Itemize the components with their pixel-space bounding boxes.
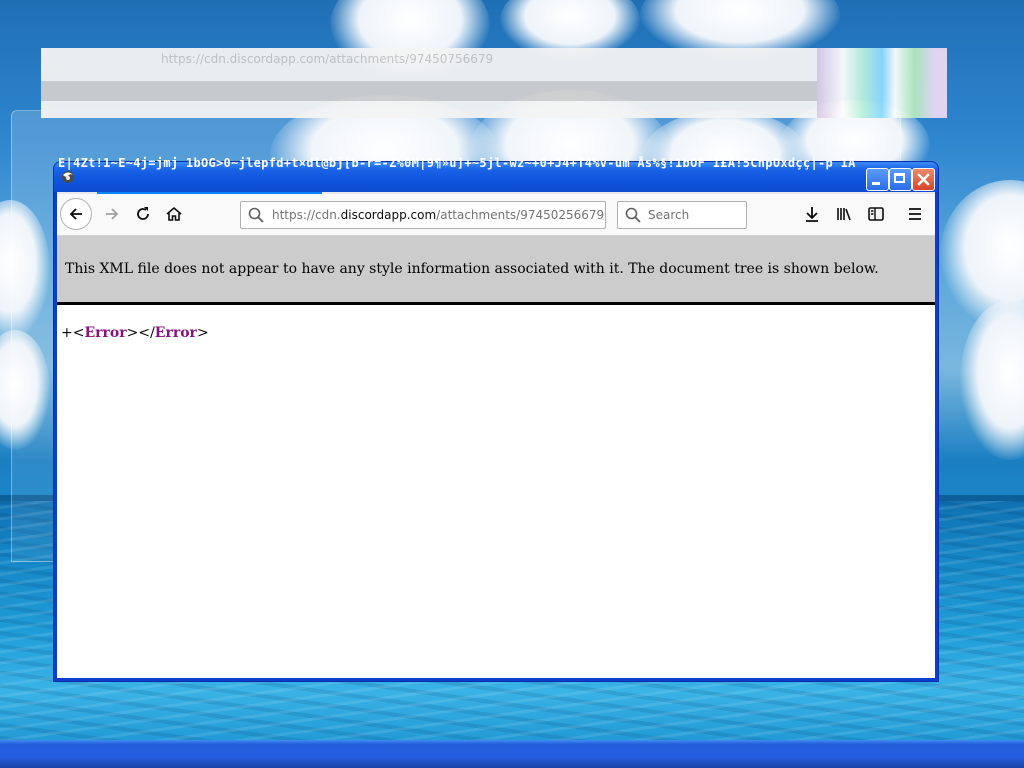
window-titlebar[interactable]: E|4Zt!1~E~4j=jmj 1bOG>0~jlepfd+t×dl@bj[b…: [54, 156, 938, 192]
sidebar-button[interactable]: [862, 200, 890, 228]
minimize-icon: [872, 182, 880, 185]
download-icon: [806, 207, 818, 222]
ghost-url-text: https://cdn.discordapp.com/attachments/9…: [161, 52, 494, 66]
ghost-glitch: [817, 48, 947, 118]
close-button[interactable]: [912, 168, 935, 191]
url-domain: discordapp.com: [340, 208, 437, 222]
nav-toolbar: https://cdn.discordapp.com/attachments/9…: [57, 194, 935, 236]
ghost-bar: [41, 81, 817, 101]
sidebar-icon: [868, 207, 884, 221]
tree-expand-toggle[interactable]: +: [61, 325, 73, 341]
xml-close-tag: Error: [154, 325, 197, 341]
back-arrow-icon: [69, 208, 82, 220]
home-button[interactable]: [159, 199, 189, 229]
library-button[interactable]: [830, 200, 858, 228]
cloud: [960, 300, 1024, 460]
close-icon: [917, 173, 930, 186]
hamburger-menu-icon: [909, 208, 921, 220]
library-icon: [837, 208, 851, 221]
back-button[interactable]: [60, 198, 92, 230]
maximize-button[interactable]: [889, 168, 912, 191]
search-bar[interactable]: Search: [617, 201, 747, 229]
taskbar[interactable]: [0, 740, 1024, 768]
browser-window[interactable]: E|4Zt!1~E~4j=jmj 1bOG>0~jlepfd+t×dl@bj[b…: [54, 156, 938, 681]
url-suffix: /attachments/9745025667989: [436, 208, 606, 222]
search-placeholder: Search: [648, 208, 690, 222]
forward-arrow-icon: [106, 208, 119, 220]
url-prefix: https://cdn.: [272, 208, 341, 222]
browser-client-area: https://cdn.discordapp.com/attachments/9…: [57, 192, 935, 678]
xml-style-notice: This XML file does not appear to have an…: [57, 236, 935, 305]
xml-tree: +<Error></Error>: [61, 325, 209, 341]
ghost-browser-window: https://cdn.discordapp.com/attachments/9…: [41, 48, 947, 118]
url-bar[interactable]: https://cdn.discordapp.com/attachments/9…: [240, 201, 606, 229]
xml-open-tag: Error: [84, 325, 127, 341]
reload-button[interactable]: [128, 199, 158, 229]
window-title: E|4Zt!1~E~4j=jmj 1bOG>0~jlepfd+t×dl@bj[b…: [58, 156, 858, 170]
minimize-button[interactable]: [866, 168, 889, 191]
xml-notice-text: This XML file does not appear to have an…: [65, 261, 879, 277]
maximize-icon: [894, 173, 905, 183]
reload-icon: [137, 207, 149, 220]
url-text[interactable]: https://cdn.discordapp.com/attachments/9…: [272, 208, 606, 222]
search-icon: [625, 207, 641, 227]
downloads-button[interactable]: [798, 200, 826, 228]
firefox-icon[interactable]: [60, 170, 76, 184]
search-icon: [248, 207, 264, 227]
forward-button[interactable]: [97, 199, 127, 229]
menu-button[interactable]: [901, 200, 929, 228]
home-icon: [166, 206, 182, 221]
